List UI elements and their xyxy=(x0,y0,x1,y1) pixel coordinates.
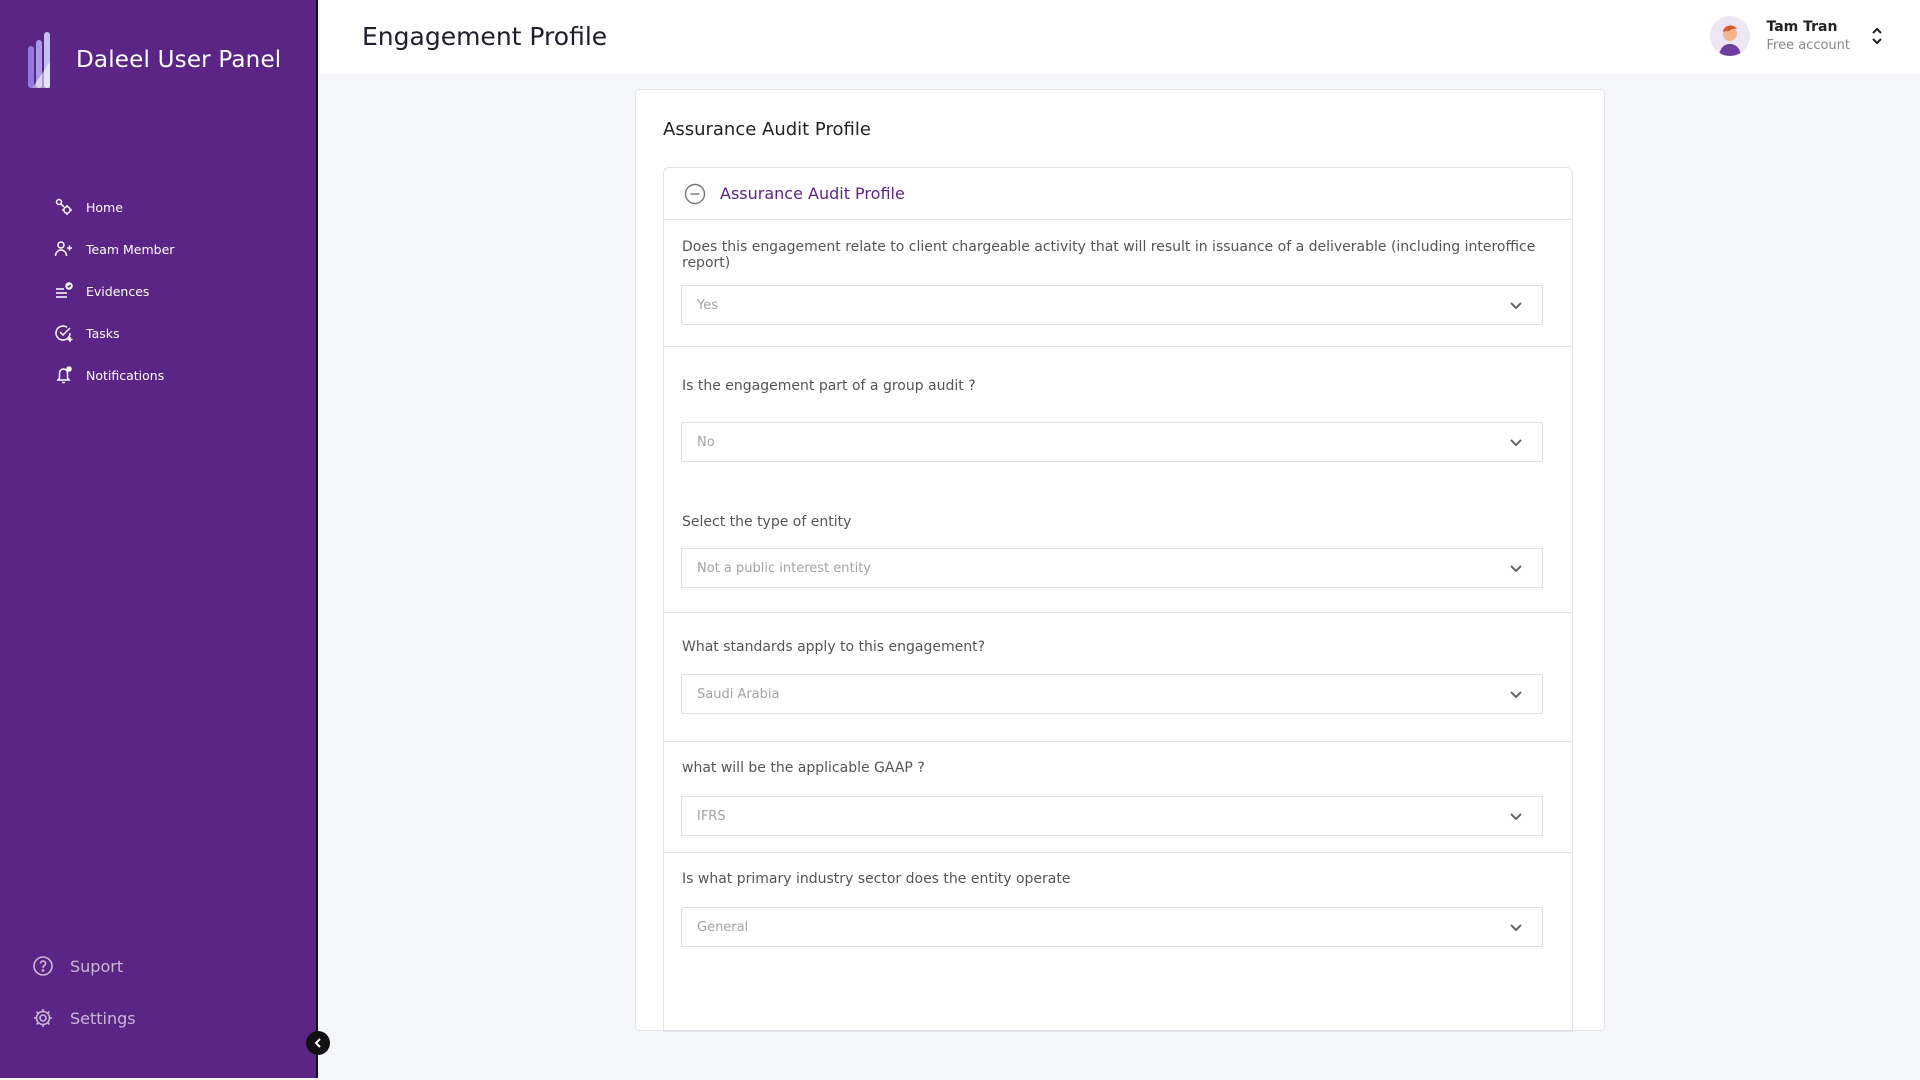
sidebar-item-label: Settings xyxy=(70,1008,136,1028)
chevron-down-icon xyxy=(1510,302,1522,310)
avatar xyxy=(1710,16,1751,56)
question-label: What standards apply to this engagement? xyxy=(682,639,986,655)
page-title: Engagement Profile xyxy=(362,22,608,51)
chevron-down-icon xyxy=(1510,924,1522,932)
collapse-minus-icon xyxy=(684,183,706,204)
user-plan: Free account xyxy=(1766,38,1850,53)
user-name: Tam Tran xyxy=(1766,19,1838,35)
select-value: Yes xyxy=(697,297,718,313)
question-block: Does this engagement relate to client ch… xyxy=(664,221,1572,347)
question-label: Is what primary industry sector does the… xyxy=(682,871,1071,887)
sidebar-item-label: Evidences xyxy=(86,283,150,299)
select-value: Not a public interest entity xyxy=(697,560,871,576)
sidebar-bottom-nav: Suport Settings xyxy=(32,940,136,1044)
deliverable-select[interactable]: Yes xyxy=(681,285,1543,325)
bell-icon xyxy=(56,366,72,384)
chevron-down-icon xyxy=(1510,813,1522,821)
sidebar-item-home[interactable]: Home xyxy=(54,186,174,228)
evidences-icon xyxy=(56,282,73,298)
sidebar-item-support[interactable]: Suport xyxy=(32,940,136,992)
chevron-left-icon xyxy=(314,1038,321,1048)
question-block: what will be the applicable GAAP ? IFRS xyxy=(664,743,1572,853)
chevron-down-icon xyxy=(1510,565,1522,573)
sidebar: Daleel User Panel Home Team Member Evide… xyxy=(0,0,318,1078)
card-title: Assurance Audit Profile xyxy=(663,119,871,140)
sidebar-item-team-member[interactable]: Team Member xyxy=(54,228,174,270)
chevron-down-icon xyxy=(1510,439,1522,447)
industry-sector-select[interactable]: General xyxy=(681,907,1543,947)
help-icon xyxy=(33,956,53,976)
gaap-select[interactable]: IFRS xyxy=(681,796,1543,836)
question-block: Is what primary industry sector does the… xyxy=(664,854,1572,994)
sidebar-nav: Home Team Member Evidences Tasks Notific… xyxy=(54,186,174,396)
team-icon xyxy=(54,241,72,257)
gear-icon xyxy=(34,1009,52,1027)
question-label: Is the engagement part of a group audit … xyxy=(682,378,976,394)
user-menu[interactable]: Tam Tran Free account xyxy=(1710,16,1884,56)
logo-icon xyxy=(28,32,50,88)
question-label: Select the type of entity xyxy=(682,514,852,530)
sidebar-item-evidences[interactable]: Evidences xyxy=(54,270,174,312)
entity-type-select[interactable]: Not a public interest entity xyxy=(681,548,1543,588)
top-header: Engagement Profile Tam Tran Free account xyxy=(320,0,1920,74)
accordion-section: Assurance Audit Profile Does this engage… xyxy=(663,167,1573,1032)
sidebar-item-label: Home xyxy=(86,199,123,215)
question-label: what will be the applicable GAAP ? xyxy=(682,760,925,776)
sidebar-item-settings[interactable]: Settings xyxy=(32,992,136,1044)
select-value: No xyxy=(697,434,715,450)
sidebar-item-tasks[interactable]: Tasks xyxy=(54,312,174,354)
select-value: IFRS xyxy=(697,808,726,824)
sidebar-item-notifications[interactable]: Notifications xyxy=(54,354,174,396)
chevron-down-icon xyxy=(1510,691,1522,699)
sidebar-item-label: Team Member xyxy=(86,241,175,257)
user-info: Tam Tran Free account xyxy=(1766,19,1850,53)
question-block: What standards apply to this engagement?… xyxy=(664,614,1572,742)
brand-title: Daleel User Panel xyxy=(76,47,282,73)
question-block: Is the engagement part of a group audit … xyxy=(664,348,1572,613)
question-label: Does this engagement relate to client ch… xyxy=(682,239,1536,271)
profile-card: Assurance Audit Profile Assurance Audit … xyxy=(635,89,1605,1032)
sidebar-item-label: Suport xyxy=(70,956,124,976)
select-value: General xyxy=(697,919,749,935)
accordion-header[interactable]: Assurance Audit Profile xyxy=(664,168,1572,220)
collapse-sidebar-button[interactable] xyxy=(306,1031,330,1055)
home-icon xyxy=(55,198,72,215)
sidebar-item-label: Tasks xyxy=(86,325,120,341)
accordion-title: Assurance Audit Profile xyxy=(720,184,905,203)
brand[interactable]: Daleel User Panel xyxy=(28,32,281,88)
group-audit-select[interactable]: No xyxy=(681,422,1543,462)
sidebar-item-label: Notifications xyxy=(86,367,165,383)
standards-select[interactable]: Saudi Arabia xyxy=(681,674,1543,714)
select-value: Saudi Arabia xyxy=(697,686,780,702)
tasks-icon xyxy=(55,325,73,342)
chevron-up-down-icon xyxy=(1872,27,1882,45)
